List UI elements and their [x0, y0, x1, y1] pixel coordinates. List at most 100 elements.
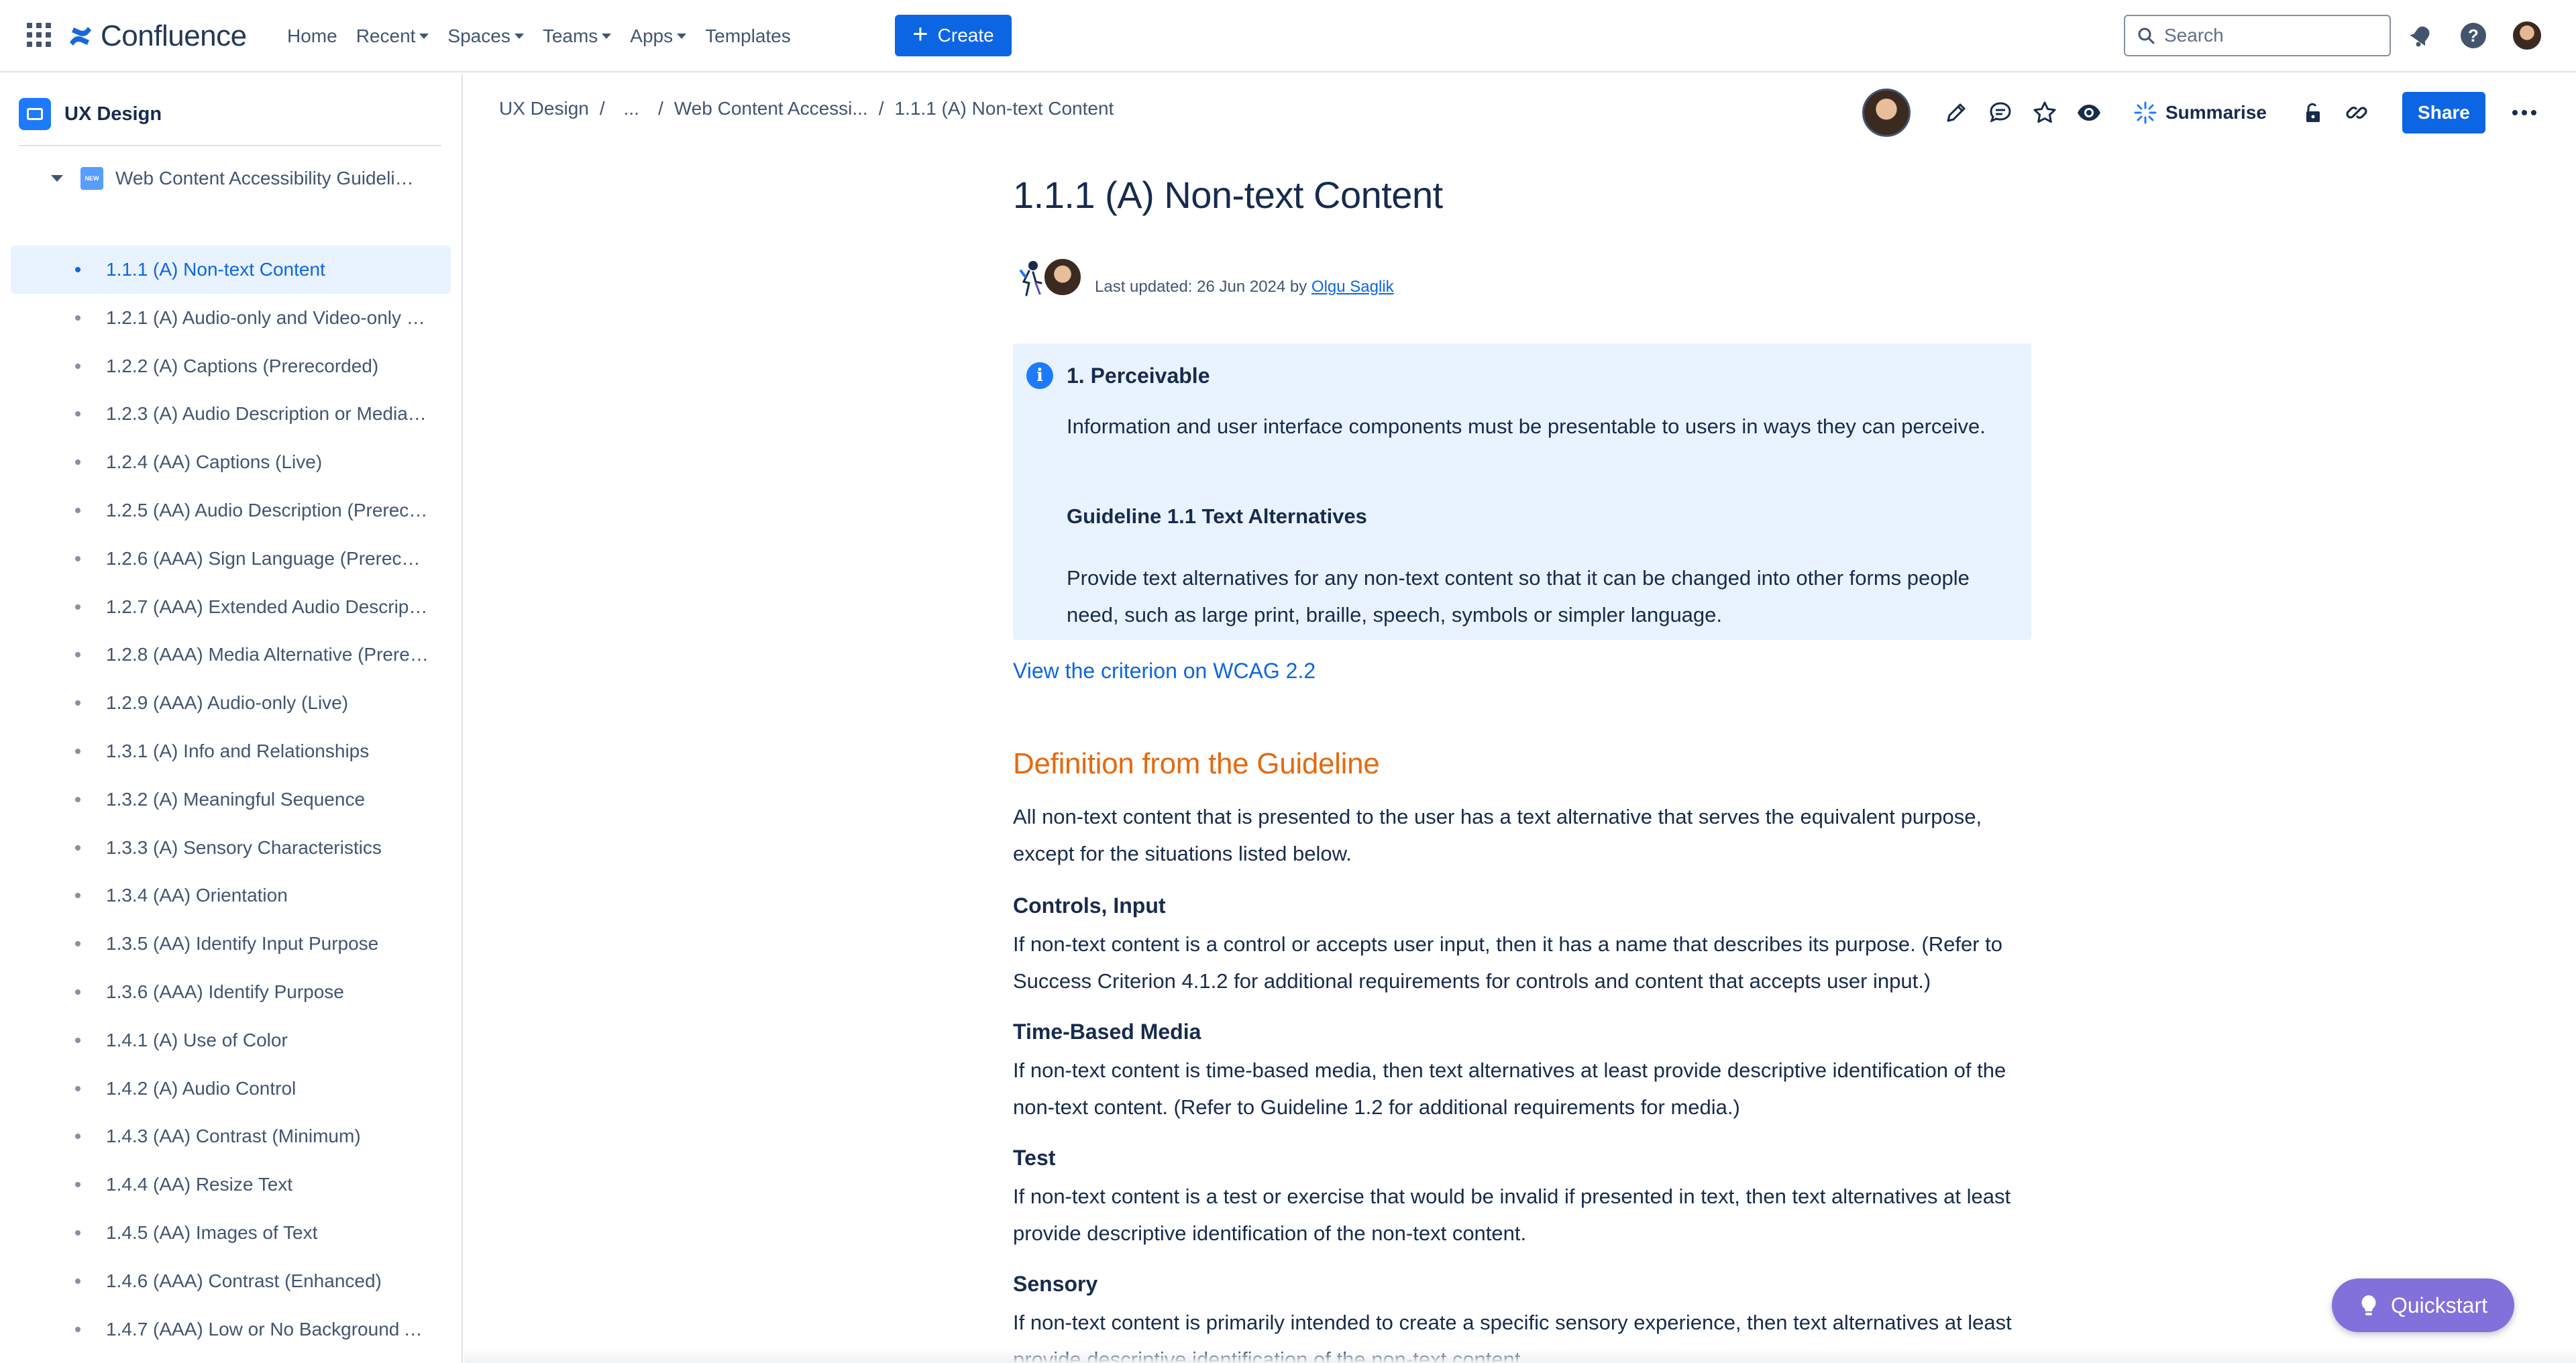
quickstart-label: Quickstart — [2390, 1293, 2488, 1317]
edit-icon[interactable] — [1940, 97, 1972, 129]
page-tree-parent[interactable]: NEW Web Content Accessibility Guidelines — [11, 154, 447, 203]
restrictions-icon[interactable] — [2296, 97, 2328, 129]
bullet-icon — [75, 604, 80, 610]
avatar — [2512, 20, 2542, 51]
sidebar-page-label: 1.4.3 (AA) Contrast (Minimum) — [106, 1126, 361, 1147]
wcag-criterion-link[interactable]: View the criterion on WCAG 2.2 — [1013, 659, 1316, 684]
bullet-icon — [75, 1278, 80, 1284]
summarise-button[interactable]: Summarise — [2133, 101, 2267, 125]
sidebar-page-item[interactable]: 1.2.9 (AAA) Audio-only (Live) — [11, 679, 451, 727]
nav-home[interactable]: Home — [278, 19, 347, 54]
sidebar-page-item[interactable]: 1.4.2 (A) Audio Control — [11, 1065, 451, 1113]
sidebar-page-item[interactable]: 1.3.3 (A) Sensory Characteristics — [11, 824, 451, 872]
chevron-down-icon — [677, 34, 687, 39]
app-switcher-icon[interactable] — [27, 23, 51, 47]
last-updated-text: Last updated: 26 Jun 2024 by — [1095, 278, 1311, 296]
link-icon[interactable] — [2341, 97, 2373, 129]
sidebar-page-item[interactable]: 1.2.5 (AA) Audio Description (Prerecorde… — [11, 486, 451, 535]
sidebar-page-item[interactable]: 1.2.7 (AAA) Extended Audio Description (… — [11, 583, 451, 631]
sidebar-page-item[interactable]: 1.3.1 (A) Info and Relationships — [11, 727, 451, 775]
nav-apps-label: Apps — [630, 25, 674, 46]
bullet-icon — [75, 844, 80, 851]
sidebar-page-item[interactable]: 1.3.5 (AA) Identify Input Purpose — [11, 920, 451, 968]
breadcrumb-space[interactable]: UX Design — [499, 98, 589, 119]
sidebar-page-label: 1.3.6 (AAA) Identify Purpose — [106, 981, 344, 1002]
sidebar-page-label: 1.2.9 (AAA) Audio-only (Live) — [106, 692, 349, 714]
nav-spaces[interactable]: Spaces — [438, 19, 533, 54]
sidebar-page-item[interactable]: 1.4.4 (AA) Resize Text — [11, 1160, 451, 1209]
nav-apps[interactable]: Apps — [621, 19, 696, 54]
star-icon[interactable] — [2029, 97, 2061, 129]
sidebar-page-item[interactable]: 1.3.2 (A) Meaningful Sequence — [11, 775, 451, 824]
sidebar-page-item[interactable]: 1.1.1 (A) Non-text Content — [11, 246, 451, 294]
info-panel-subheading: Guideline 1.1 Text Alternatives — [1067, 504, 1367, 528]
author-link[interactable]: Olgu Saglik — [1311, 278, 1394, 296]
chevron-down-icon[interactable] — [51, 175, 63, 182]
sidebar-page-item[interactable]: 1.2.3 (A) Audio Description or Media Alt… — [11, 390, 451, 438]
contributor-avatar[interactable] — [1042, 257, 1083, 297]
breadcrumb-parent[interactable]: Web Content Accessi... — [674, 98, 868, 119]
space-sidebar: UX Design NEW Web Content Accessibility … — [0, 74, 463, 1363]
comment-icon[interactable] — [1984, 97, 2017, 129]
sidebar-page-label: 1.4.1 (A) Use of Color — [106, 1029, 288, 1050]
search-input[interactable] — [2164, 25, 2365, 46]
sidebar-page-item[interactable]: 1.4.7 (AAA) Low or No Background Audio — [11, 1305, 451, 1354]
section-heading: Time-Based Media — [1013, 1020, 1201, 1044]
create-button[interactable]: + Create — [895, 15, 1012, 56]
nav-teams[interactable]: Teams — [533, 19, 621, 54]
sidebar-page-item[interactable]: 1.4.8 (AAA) Visual Presentation — [11, 1353, 451, 1363]
sidebar-page-label: 1.2.1 (A) Audio-only and Video-only (Pre… — [106, 307, 431, 328]
sidebar-page-item[interactable]: 1.4.6 (AAA) Contrast (Enhanced) — [11, 1257, 451, 1305]
watch-icon[interactable] — [2073, 97, 2105, 129]
nav-recent[interactable]: Recent — [347, 19, 439, 54]
sidebar-page-item[interactable]: 1.4.5 (AA) Images of Text — [11, 1209, 451, 1257]
search-box[interactable] — [2124, 15, 2391, 56]
sidebar-page-item[interactable]: 1.3.4 (AA) Orientation — [11, 871, 451, 920]
summarise-sparkle-icon — [2134, 101, 2157, 124]
section-text: If non-text content is a test or exercis… — [1013, 1185, 2011, 1245]
bullet-icon — [75, 749, 80, 754]
chevron-down-icon — [514, 34, 524, 39]
plus-icon: + — [912, 19, 928, 49]
sidebar-page-item[interactable]: 1.4.3 (AA) Contrast (Minimum) — [11, 1112, 451, 1160]
bullet-icon — [75, 652, 80, 658]
sidebar-page-item[interactable]: 1.2.1 (A) Audio-only and Video-only (Pre… — [11, 294, 451, 342]
nav-templates[interactable]: Templates — [696, 19, 800, 54]
sidebar-page-item[interactable]: 1.2.8 (AAA) Media Alternative (Prerecord… — [11, 631, 451, 679]
sidebar-page-label: 1.3.4 (AA) Orientation — [106, 885, 288, 906]
space-header[interactable]: UX Design — [19, 98, 162, 130]
space-icon — [19, 98, 51, 130]
info-panel-body-2: Provide text alternatives for any non-te… — [1067, 566, 1970, 626]
bullet-icon — [75, 796, 80, 802]
sidebar-page-item[interactable]: 1.2.4 (AA) Captions (Live) — [11, 438, 451, 486]
confluence-logo[interactable]: Confluence — [67, 16, 247, 56]
sidebar-page-item[interactable]: 1.2.6 (AAA) Sign Language (Prerecorded) — [11, 535, 451, 583]
nav-spaces-label: Spaces — [447, 25, 511, 46]
search-icon — [2138, 28, 2155, 44]
nav-templates-label: Templates — [705, 25, 791, 46]
brand-name: Confluence — [101, 19, 247, 52]
chevron-down-icon — [602, 34, 612, 39]
sidebar-page-label: 1.2.4 (AA) Captions (Live) — [106, 451, 323, 473]
sidebar-page-label: 1.3.1 (A) Info and Relationships — [106, 741, 370, 761]
bullet-icon — [75, 459, 80, 466]
page-title: 1.1.1 (A) Non-text Content — [1013, 174, 1443, 216]
sidebar-page-item[interactable]: 1.3.6 (AAA) Identify Purpose — [11, 968, 451, 1016]
more-icon[interactable] — [2512, 110, 2536, 115]
collaborator-avatar[interactable] — [1862, 89, 1911, 137]
breadcrumb-separator: / — [599, 98, 605, 119]
sidebar-page-item[interactable]: 1.2.2 (A) Captions (Prerecorded) — [11, 342, 451, 390]
last-updated: Last updated: 26 Jun 2024 by Olgu Saglik — [1095, 278, 1394, 296]
sidebar-page-item[interactable]: 1.4.1 (A) Use of Color — [11, 1016, 451, 1065]
breadcrumb-current[interactable]: 1.1.1 (A) Non-text Content — [895, 98, 1114, 119]
nav-teams-label: Teams — [542, 25, 598, 46]
notifications-icon[interactable] — [2406, 20, 2436, 51]
share-button[interactable]: Share — [2402, 92, 2485, 133]
profile-avatar[interactable] — [2512, 20, 2542, 51]
section-heading: Test — [1013, 1146, 1056, 1170]
breadcrumb-ellipsis[interactable]: ... — [624, 98, 639, 119]
contributor-illustration-avatar[interactable] — [1016, 256, 1048, 298]
help-icon[interactable]: ? — [2458, 20, 2489, 51]
quickstart-button[interactable]: Quickstart — [2332, 1278, 2514, 1332]
sidebar-page-label: 1.2.8 (AAA) Media Alternative (Prerecord… — [106, 644, 431, 665]
